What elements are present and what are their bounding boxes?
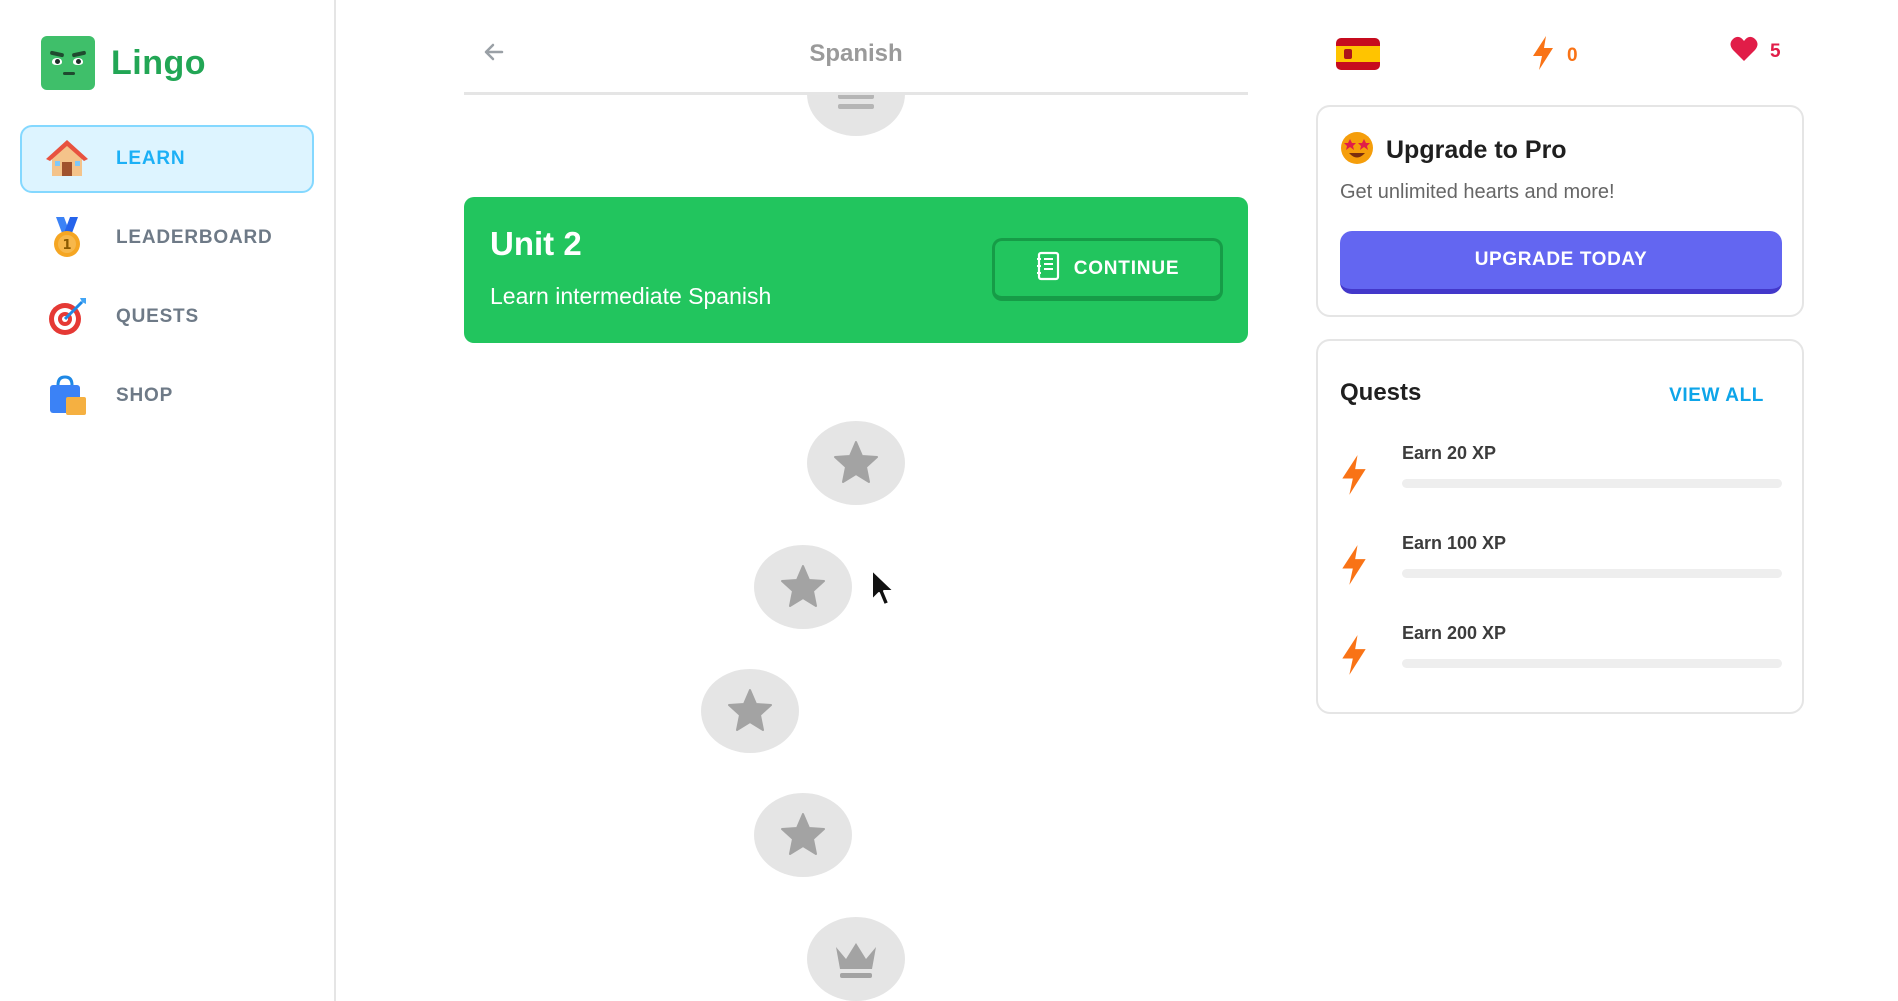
quest-progress-bar (1402, 479, 1782, 488)
lesson-button[interactable] (701, 669, 799, 763)
lightning-bolt-icon (1340, 545, 1368, 590)
crown-icon (836, 943, 876, 978)
star-icon (781, 813, 825, 855)
lesson-button[interactable] (754, 793, 852, 887)
quests-title: Quests (1340, 379, 1422, 406)
sidebar-item-leaderboard[interactable]: 1 LEADERBOARD (20, 204, 314, 272)
learn-main: Spanish Unit 2 Learn intermediate Spanis… (464, 0, 1248, 1001)
lightning-bolt-icon (1531, 36, 1555, 75)
notebook-icon (1036, 251, 1060, 286)
upgrade-button-label: UPGRADE TODAY (1474, 249, 1648, 270)
upgrade-today-button[interactable]: UPGRADE TODAY (1340, 231, 1782, 294)
house-icon (46, 138, 88, 180)
star-icon (728, 689, 772, 731)
unit-banner: Unit 2 Learn intermediate Spanish CONTIN… (464, 197, 1248, 343)
continue-button[interactable]: CONTINUE (992, 238, 1223, 301)
sidebar-item-learn[interactable]: LEARN (20, 125, 314, 193)
mascot-icon (41, 36, 95, 90)
logo[interactable]: Lingo (41, 36, 206, 90)
list-icon (838, 94, 874, 109)
shopping-bag-icon (46, 375, 88, 417)
sidebar-item-label: LEADERBOARD (116, 227, 273, 248)
streak-counter[interactable]: 0 (1531, 36, 1578, 75)
course-header: Spanish (464, 0, 1248, 95)
target-icon (46, 296, 88, 338)
upgrade-card: Upgrade to Pro Get unlimited hearts and … (1316, 105, 1804, 317)
sidebar-item-label: SHOP (116, 385, 174, 406)
quests-card: Quests VIEW ALL Earn 20 XP Earn 100 XP E… (1316, 339, 1804, 714)
right-panel: 0 5 Upgrade to Pro Get unlimited hearts … (1316, 0, 1804, 1001)
star-icon (834, 441, 878, 483)
quest-progress-bar (1402, 569, 1782, 578)
star-icon (781, 565, 825, 607)
page-title: Spanish (809, 40, 903, 67)
quest-item: Earn 20 XP (1340, 443, 1782, 503)
sidebar-item-label: QUESTS (116, 306, 199, 327)
lesson-button[interactable] (754, 545, 852, 639)
streak-value: 0 (1567, 44, 1578, 66)
quest-label: Earn 100 XP (1402, 533, 1507, 553)
svg-text:1: 1 (62, 238, 71, 253)
lesson-button[interactable] (807, 421, 905, 515)
quest-label: Earn 20 XP (1402, 443, 1497, 463)
lightning-bolt-icon (1340, 455, 1368, 500)
heart-icon (1730, 36, 1758, 67)
sidebar-item-label: LEARN (116, 148, 186, 169)
unit-description: Learn intermediate Spanish (490, 283, 772, 309)
upgrade-subtitle: Get unlimited hearts and more! (1340, 181, 1615, 203)
hearts-value: 5 (1770, 40, 1781, 62)
sidebar: Lingo LEARN 1 LEADERBOARD QUESTS SHOP (0, 0, 336, 1001)
lightning-bolt-icon (1340, 635, 1368, 680)
quest-label: Earn 200 XP (1402, 623, 1507, 643)
hearts-counter[interactable]: 5 (1730, 36, 1781, 67)
continue-label: CONTINUE (1073, 257, 1180, 279)
sidebar-item-shop[interactable]: SHOP (20, 362, 314, 430)
mouse-cursor-icon (870, 568, 898, 613)
spain-flag-icon[interactable] (1336, 38, 1380, 70)
quest-progress-bar (1402, 659, 1782, 668)
user-stats: 0 5 (1316, 32, 1804, 76)
lesson-button[interactable] (807, 917, 905, 1001)
quest-item: Earn 100 XP (1340, 533, 1782, 593)
star-struck-emoji-icon (1340, 131, 1374, 170)
sidebar-nav: LEARN 1 LEADERBOARD QUESTS SHOP (20, 125, 314, 441)
upgrade-title: Upgrade to Pro (1386, 136, 1567, 164)
medal-icon: 1 (46, 217, 88, 259)
view-all-link[interactable]: VIEW ALL (1669, 385, 1764, 407)
quest-item: Earn 200 XP (1340, 623, 1782, 683)
unit-title: Unit 2 (490, 225, 582, 262)
sidebar-item-quests[interactable]: QUESTS (20, 283, 314, 351)
app-name: Lingo (111, 43, 207, 82)
